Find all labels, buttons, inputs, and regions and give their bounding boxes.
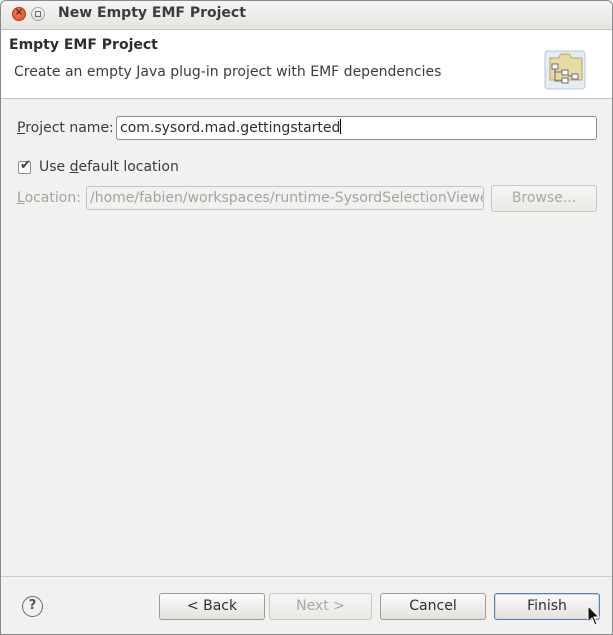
location-label: Location:: [17, 190, 81, 206]
title-bar: × New Empty EMF Project: [1, 1, 612, 30]
wizard-body: Project name: com.sysord.mad.gettingstar…: [1, 99, 612, 575]
page-title: Empty EMF Project: [9, 37, 158, 53]
back-button[interactable]: < Back: [159, 593, 265, 620]
browse-button: Browse...: [491, 185, 597, 212]
next-button: Next >: [269, 593, 372, 620]
wizard-dialog: × New Empty EMF Project Empty EMF Projec…: [0, 0, 613, 635]
text-caret: [340, 119, 342, 134]
project-name-label: Project name:: [17, 120, 114, 136]
window-title: New Empty EMF Project: [58, 5, 246, 21]
help-icon[interactable]: ?: [22, 596, 43, 617]
wizard-banner-icon: [544, 50, 586, 90]
close-icon: ×: [14, 7, 24, 18]
wizard-header: Empty EMF Project Create an empty Java p…: [1, 30, 612, 99]
wizard-footer: ? < Back Next > Cancel Finish: [1, 576, 612, 634]
checkmark-icon: ✔: [20, 158, 31, 173]
use-default-location-label[interactable]: Use default location: [39, 159, 179, 175]
location-input: /home/fabien/workspaces/runtime-SysordSe…: [86, 186, 484, 210]
maximize-icon: [35, 11, 41, 17]
mouse-pointer-icon: [587, 605, 601, 626]
finish-button[interactable]: Finish: [494, 593, 600, 620]
project-name-input[interactable]: com.sysord.mad.gettingstarted: [116, 116, 597, 140]
close-window-button[interactable]: ×: [12, 7, 26, 21]
page-description: Create an empty Java plug-in project wit…: [14, 64, 442, 80]
use-default-location-checkbox[interactable]: ✔: [18, 158, 31, 174]
cancel-button[interactable]: Cancel: [380, 593, 486, 620]
maximize-window-button[interactable]: [31, 7, 45, 21]
